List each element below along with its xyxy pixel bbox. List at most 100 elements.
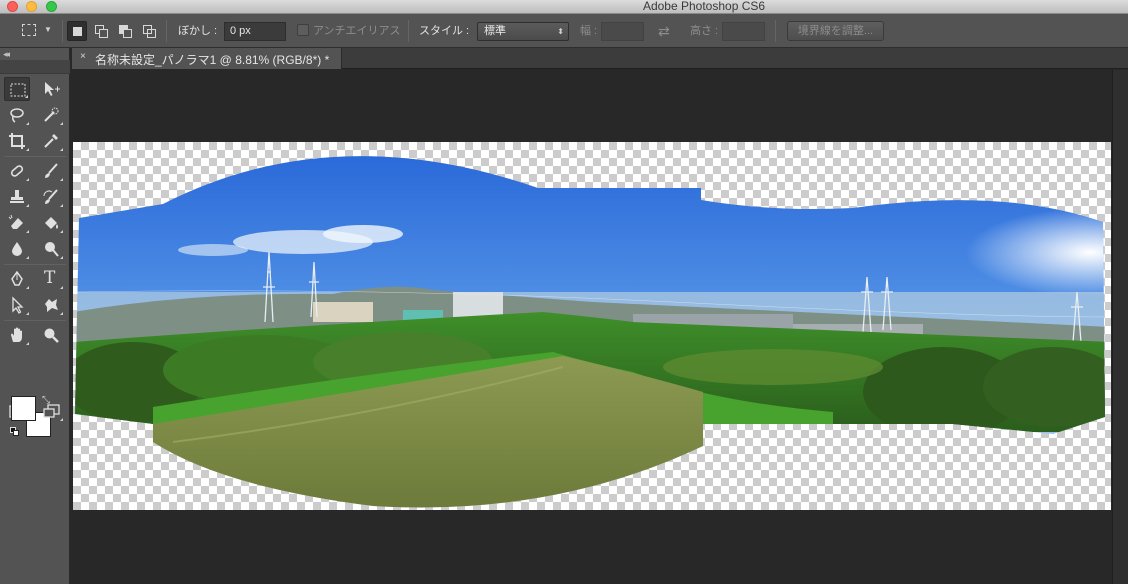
clone-stamp-tool[interactable] [4, 185, 30, 209]
antialias-checkbox[interactable] [297, 24, 309, 36]
height-input[interactable] [722, 22, 765, 41]
tool-flyout-indicator [60, 286, 63, 289]
vertical-scrollbar[interactable] [1112, 70, 1128, 584]
dodge-icon [45, 242, 59, 257]
divider [62, 20, 63, 42]
tools-panel: ◂◂ T ⤡ [0, 48, 70, 584]
window-title: Adobe Photoshop CS6 [642, 0, 766, 13]
tool-flyout-indicator [26, 230, 29, 233]
tool-preset-picker[interactable]: ▼ [16, 21, 56, 41]
eyedropper-tool[interactable] [38, 129, 64, 153]
intersect-selection-icon-overlay [147, 29, 156, 38]
divider [166, 20, 167, 42]
add-to-selection-button[interactable] [91, 21, 111, 41]
paint-bucket-tool[interactable] [38, 211, 64, 235]
zoom-tool[interactable] [38, 323, 64, 347]
document-canvas[interactable] [73, 142, 1111, 510]
refine-edge-button[interactable]: 境界線を調整... [787, 21, 884, 41]
antialias-label: アンチエイリアス [313, 25, 401, 37]
default-colors-icon[interactable] [10, 427, 20, 437]
lasso-icon [10, 108, 24, 123]
hand-icon [11, 327, 22, 342]
add-selection-icon-overlay [99, 29, 108, 38]
intersect-selection-button[interactable] [139, 21, 159, 41]
magnifier-icon [44, 328, 59, 343]
swap-dimensions-icon[interactable]: ⇄ [658, 22, 670, 40]
history-brush-tool[interactable] [38, 185, 64, 209]
chevron-down-icon: ▼ [44, 25, 52, 34]
healing-brush-icon [10, 165, 24, 177]
move-icon [45, 82, 60, 96]
pen-icon [11, 270, 23, 286]
blur-drop-icon [12, 242, 22, 256]
title-bar: Adobe Photoshop CS6 [0, 0, 1128, 14]
tool-flyout-indicator [60, 256, 63, 259]
foreground-color-swatch[interactable] [11, 396, 36, 421]
subtract-selection-icon-overlay [123, 29, 132, 38]
tool-flyout-indicator [60, 312, 63, 315]
path-selection-tool[interactable] [4, 293, 30, 317]
collapse-panel-icon[interactable]: ◂◂ [3, 49, 10, 60]
paint-bucket-icon [45, 217, 58, 229]
tool-group-divider [4, 320, 66, 321]
tool-flyout-indicator [60, 230, 63, 233]
type-tool[interactable]: T [38, 267, 64, 291]
width-label: 幅 : [580, 25, 598, 37]
tool-flyout-indicator [60, 148, 63, 151]
feather-label: ぼかし : [178, 25, 218, 37]
panel-grip[interactable] [0, 60, 70, 74]
document-tab-bar: × 名称未設定_パノラマ1 @ 8.81% (RGB/8*) * [72, 48, 1128, 69]
screen-mode-button[interactable] [38, 399, 64, 423]
eraser-icon [8, 214, 23, 229]
screen-mode-icon [43, 404, 60, 418]
quick-selection-tool[interactable] [38, 103, 64, 127]
rectangular-marquee-tool[interactable] [4, 77, 30, 101]
chevron-updown-icon: ⬍ [557, 27, 564, 36]
brush-icon [45, 163, 58, 178]
options-bar: ▼ ぼかし : 0 px アンチエイリアス スタイル : 標準 ⬍ 幅 : ⇄ … [0, 14, 1128, 48]
panorama-image [75, 156, 1105, 508]
width-input[interactable] [601, 22, 644, 41]
quick-selection-icon [44, 107, 59, 122]
blur-tool[interactable] [4, 237, 30, 261]
clone-stamp-icon [10, 190, 24, 203]
marquee-preset-icon [22, 24, 36, 36]
new-selection-icon [73, 27, 82, 36]
history-brush-icon [43, 189, 58, 204]
brush-tool[interactable] [38, 159, 64, 183]
crop-tool[interactable] [4, 129, 30, 153]
tool-flyout-indicator [26, 312, 29, 315]
document-tab[interactable]: × 名称未設定_パノラマ1 @ 8.81% (RGB/8*) * [72, 48, 342, 69]
custom-shape-tool[interactable] [38, 293, 64, 317]
tool-flyout-indicator [26, 342, 29, 345]
tool-flyout-indicator [60, 204, 63, 207]
tool-flyout-indicator [60, 178, 63, 181]
path-selection-arrow-icon [12, 296, 24, 314]
new-selection-button[interactable] [67, 21, 87, 41]
dodge-tool[interactable] [38, 237, 64, 261]
tool-flyout-indicator [26, 178, 29, 181]
lasso-tool[interactable] [4, 103, 30, 127]
subtract-from-selection-button[interactable] [115, 21, 135, 41]
height-label: 高さ : [690, 25, 719, 37]
spot-healing-brush-tool[interactable] [4, 159, 30, 183]
tool-flyout-indicator [26, 122, 29, 125]
close-tab-icon[interactable]: × [80, 51, 86, 62]
tool-flyout-indicator [26, 148, 29, 151]
eyedropper-icon [44, 134, 58, 148]
tool-flyout-indicator [26, 286, 29, 289]
type-icon: T [44, 268, 56, 288]
pen-tool[interactable] [4, 267, 30, 291]
style-select-value: 標準 [484, 25, 506, 37]
tool-flyout-indicator [26, 204, 29, 207]
eraser-tool[interactable] [4, 211, 30, 235]
tool-flyout-indicator [60, 122, 63, 125]
custom-shape-icon [45, 299, 58, 312]
hand-tool[interactable] [4, 323, 30, 347]
style-select[interactable]: 標準 ⬍ [477, 22, 569, 41]
tool-flyout-indicator [60, 418, 63, 421]
crop-icon [9, 133, 25, 149]
default-background-mini [13, 430, 19, 436]
feather-input[interactable]: 0 px [224, 22, 286, 41]
move-tool[interactable] [38, 77, 64, 101]
